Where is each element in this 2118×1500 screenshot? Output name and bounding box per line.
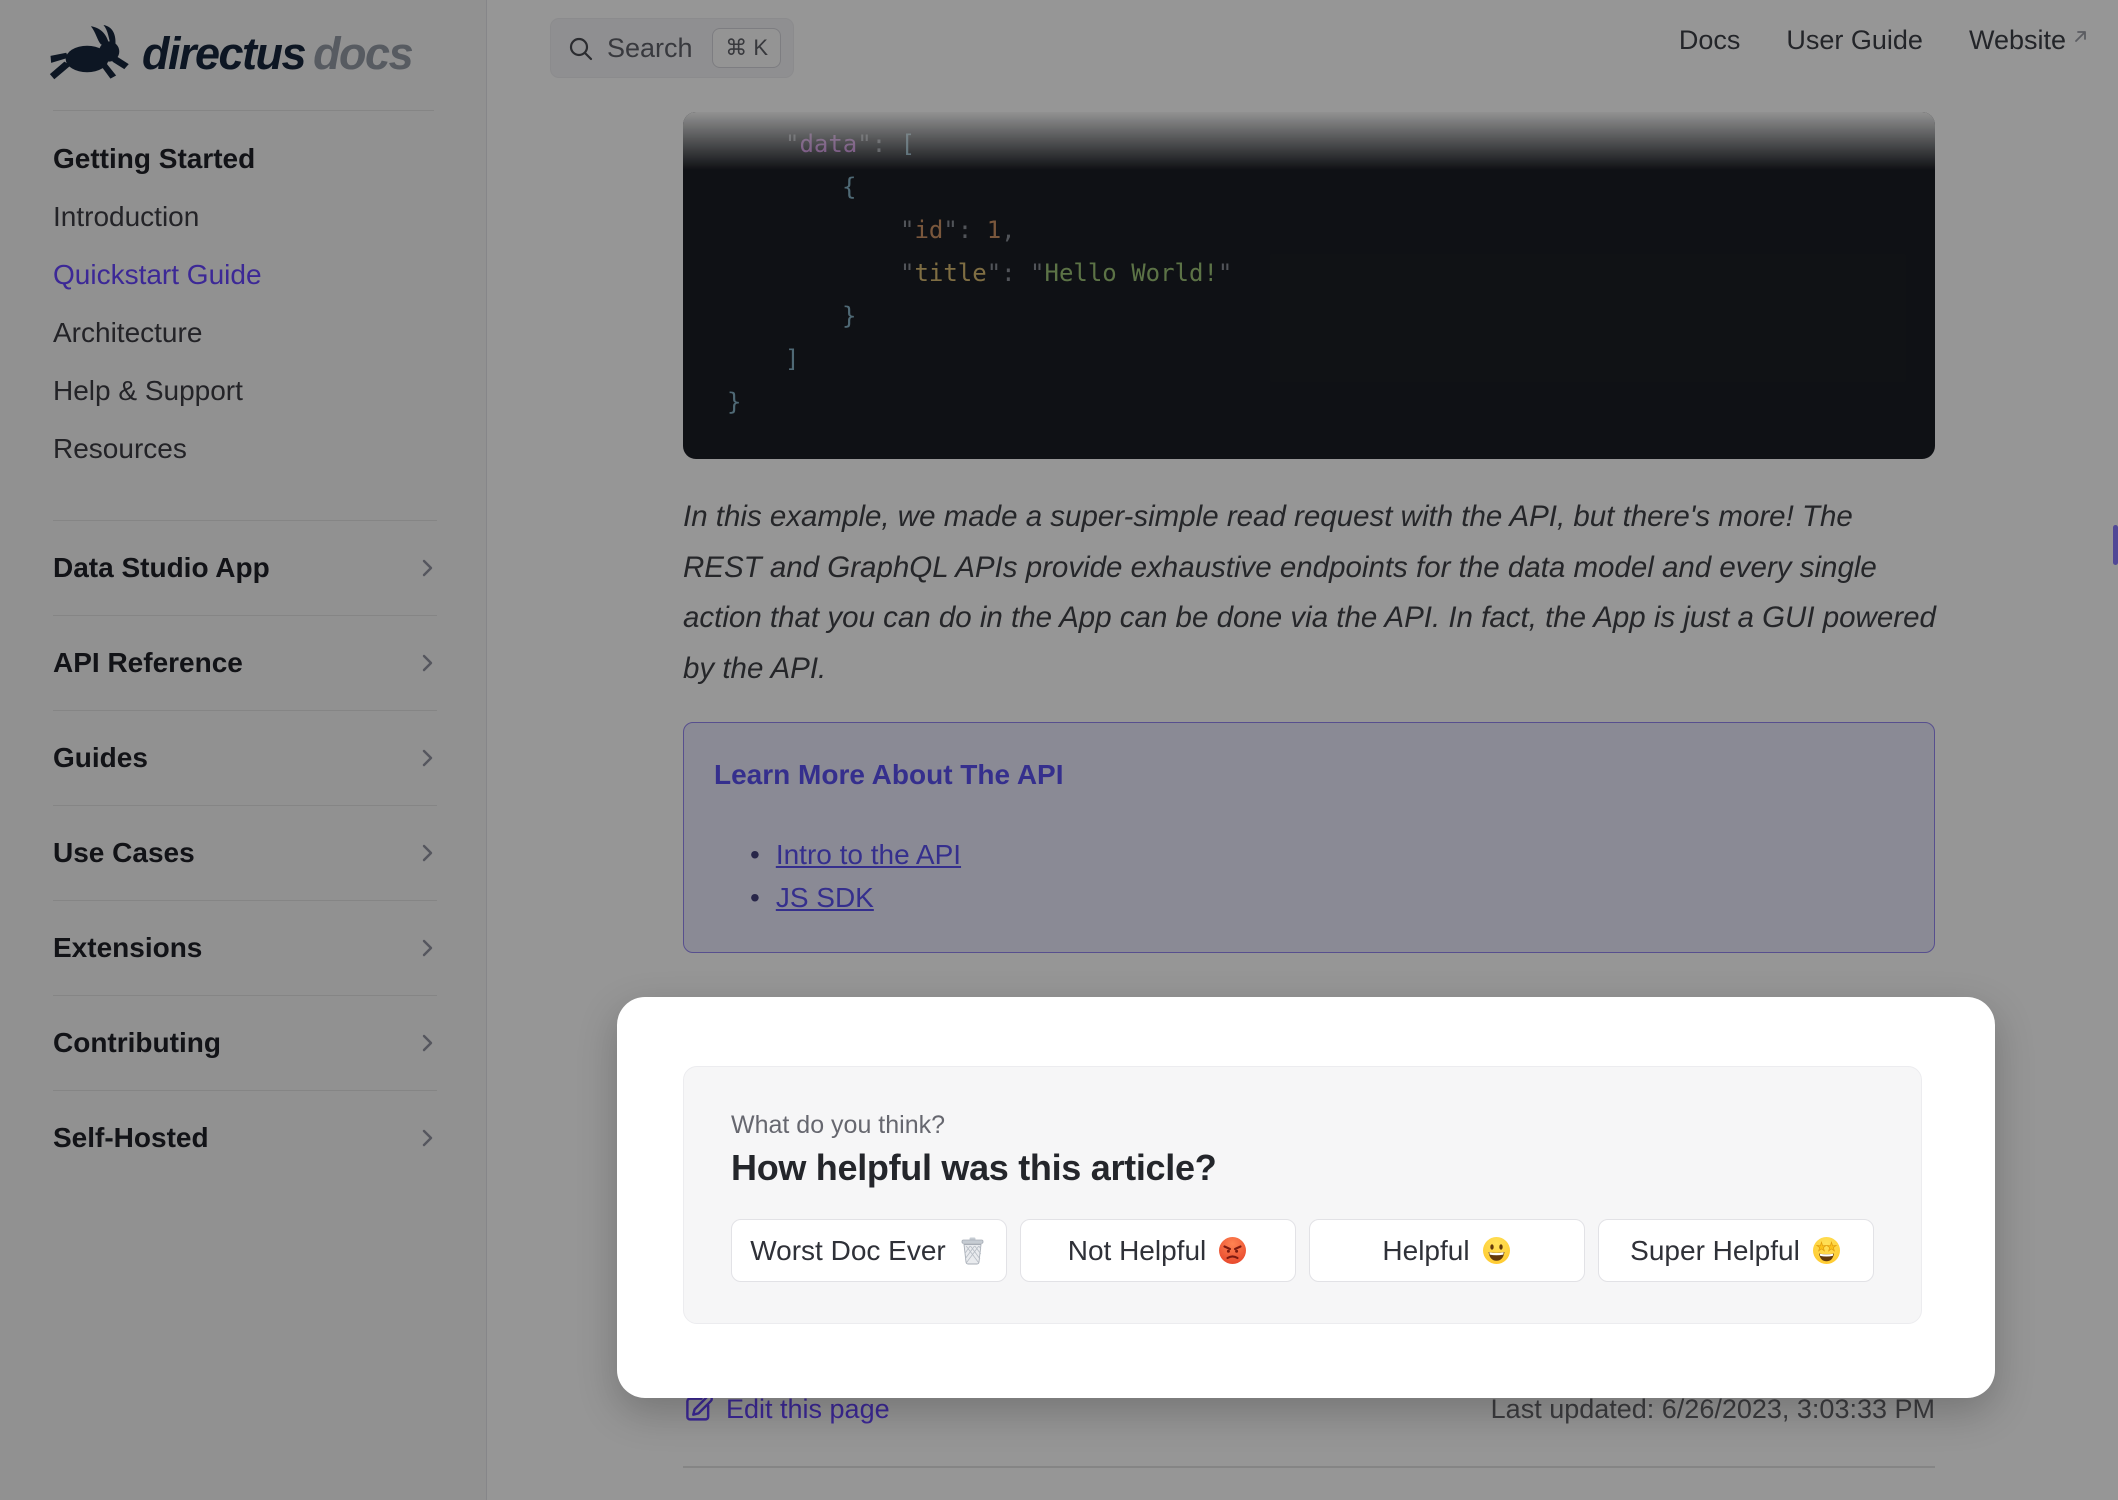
feedback-question: How helpful was this article? [731,1147,1217,1188]
wastebasket-emoji-icon [961,1237,984,1265]
feedback-option-label: Worst Doc Ever [750,1234,946,1266]
grinning-face-emoji-icon [1482,1237,1510,1264]
feedback-card: What do you think? How helpful was this … [683,1066,1922,1324]
angry-face-emoji-icon [1219,1237,1247,1264]
feedback-super-helpful-button[interactable]: Super Helpful [1598,1219,1874,1282]
feedback-option-label: Super Helpful [1630,1234,1800,1266]
feedback-options: Worst Doc Ever Not Helpful Helpful Super… [731,1219,1874,1282]
page: directus docs Getting Started Introductio… [0,0,2118,1500]
feedback-helpful-button[interactable]: Helpful [1309,1219,1585,1282]
feedback-option-label: Helpful [1382,1234,1470,1266]
feedback-spotlight: What do you think? How helpful was this … [617,997,1995,1398]
feedback-kicker: What do you think? [731,1111,946,1139]
feedback-option-label: Not Helpful [1067,1234,1207,1266]
star-struck-emoji-icon [1812,1237,1840,1264]
feedback-worst-doc-ever-button[interactable]: Worst Doc Ever [731,1219,1007,1282]
feedback-not-helpful-button[interactable]: Not Helpful [1020,1219,1296,1282]
